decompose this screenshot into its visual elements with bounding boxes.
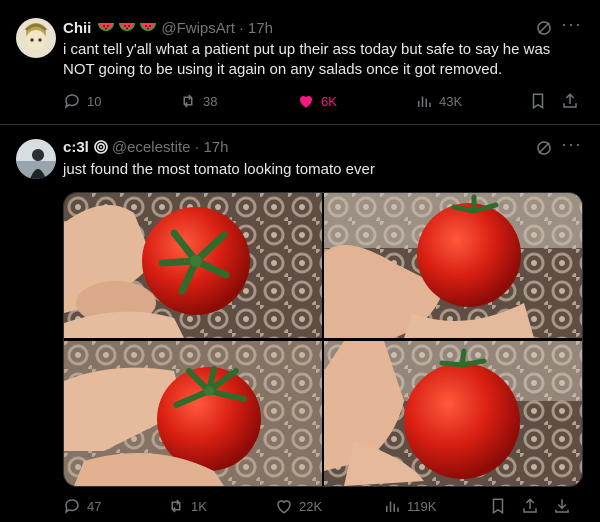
tweet[interactable]: Chii @FwipsArt · 17h ··· i cant tell y'a… — [0, 0, 600, 125]
tweet-text: i cant tell y'all what a patient put up … — [63, 41, 551, 78]
repost-button[interactable]: 1K — [167, 497, 207, 515]
tweet-header: c:3l @ecelestite · 17h — [63, 137, 229, 157]
tweet-header: Chii @FwipsArt · 17h — [63, 18, 273, 38]
views-count: 119K — [407, 498, 437, 514]
heart-filled-icon — [299, 95, 313, 108]
download-button[interactable] — [553, 497, 571, 515]
reply-button[interactable]: 10 — [63, 92, 101, 110]
like-count: 6K — [321, 93, 337, 109]
tomato-photo[interactable] — [324, 341, 582, 486]
views-icon — [386, 501, 399, 512]
grok-icon[interactable] — [535, 19, 553, 37]
repost-count: 1K — [191, 498, 207, 514]
like-button[interactable]: 6K — [297, 92, 337, 110]
separator-dot: · — [238, 19, 244, 37]
reply-icon — [64, 94, 79, 109]
timeline-feed: Chii @FwipsArt · 17h ··· i cant tell y'a… — [0, 0, 600, 522]
like-button[interactable]: 22K — [275, 497, 322, 515]
reply-icon — [64, 499, 79, 514]
user-handle[interactable]: @ecelestite — [112, 139, 191, 156]
avatar[interactable] — [16, 139, 56, 179]
views-button[interactable]: 43K — [415, 92, 462, 110]
share-button[interactable] — [561, 92, 579, 110]
tweet[interactable]: c:3l @ecelestite · 17h ··· just found th… — [0, 125, 600, 522]
media-grid[interactable] — [63, 192, 583, 487]
grid-divider — [64, 338, 582, 341]
heart-icon — [277, 500, 291, 514]
reply-button[interactable]: 47 — [63, 497, 101, 515]
spiral-icon — [94, 140, 108, 154]
views-icon — [418, 96, 431, 107]
download-icon — [555, 499, 569, 513]
tweet-text: just found the most tomato looking tomat… — [63, 161, 375, 178]
avatar[interactable] — [16, 18, 56, 58]
timestamp[interactable]: 17h — [203, 139, 228, 156]
timestamp[interactable]: 17h — [248, 20, 273, 37]
views-count: 43K — [439, 93, 463, 109]
share-icon — [523, 498, 537, 513]
bookmark-icon — [492, 498, 504, 515]
repost-icon — [171, 499, 181, 513]
action-bar: 47 1K 22K 119K — [63, 497, 586, 517]
display-name[interactable]: c:3l — [63, 139, 89, 156]
grok-icon[interactable] — [535, 139, 553, 157]
views-button[interactable]: 119K — [383, 497, 436, 515]
bookmark-button[interactable] — [489, 497, 507, 515]
bookmark-button[interactable] — [529, 92, 547, 110]
more-options-icon[interactable]: ··· — [561, 14, 582, 35]
tomato-photo[interactable] — [64, 193, 322, 338]
more-options-icon[interactable]: ··· — [561, 134, 582, 155]
display-name[interactable]: Chii — [63, 20, 91, 37]
bookmark-icon — [532, 93, 544, 110]
reply-count: 47 — [87, 498, 102, 514]
tomato-photo[interactable] — [64, 341, 322, 486]
repost-icon — [183, 94, 193, 108]
tomato-photo[interactable] — [324, 193, 582, 338]
repost-button[interactable]: 38 — [179, 92, 217, 110]
watermelon-icon — [97, 21, 157, 35]
reply-count: 10 — [87, 93, 102, 109]
action-bar: 10 38 6K 43K — [63, 92, 586, 112]
repost-count: 38 — [203, 93, 218, 109]
like-count: 22K — [299, 498, 323, 514]
share-button[interactable] — [521, 497, 539, 515]
share-icon — [563, 93, 577, 108]
separator-dot: · — [194, 138, 200, 156]
user-handle[interactable]: @FwipsArt — [161, 20, 235, 37]
